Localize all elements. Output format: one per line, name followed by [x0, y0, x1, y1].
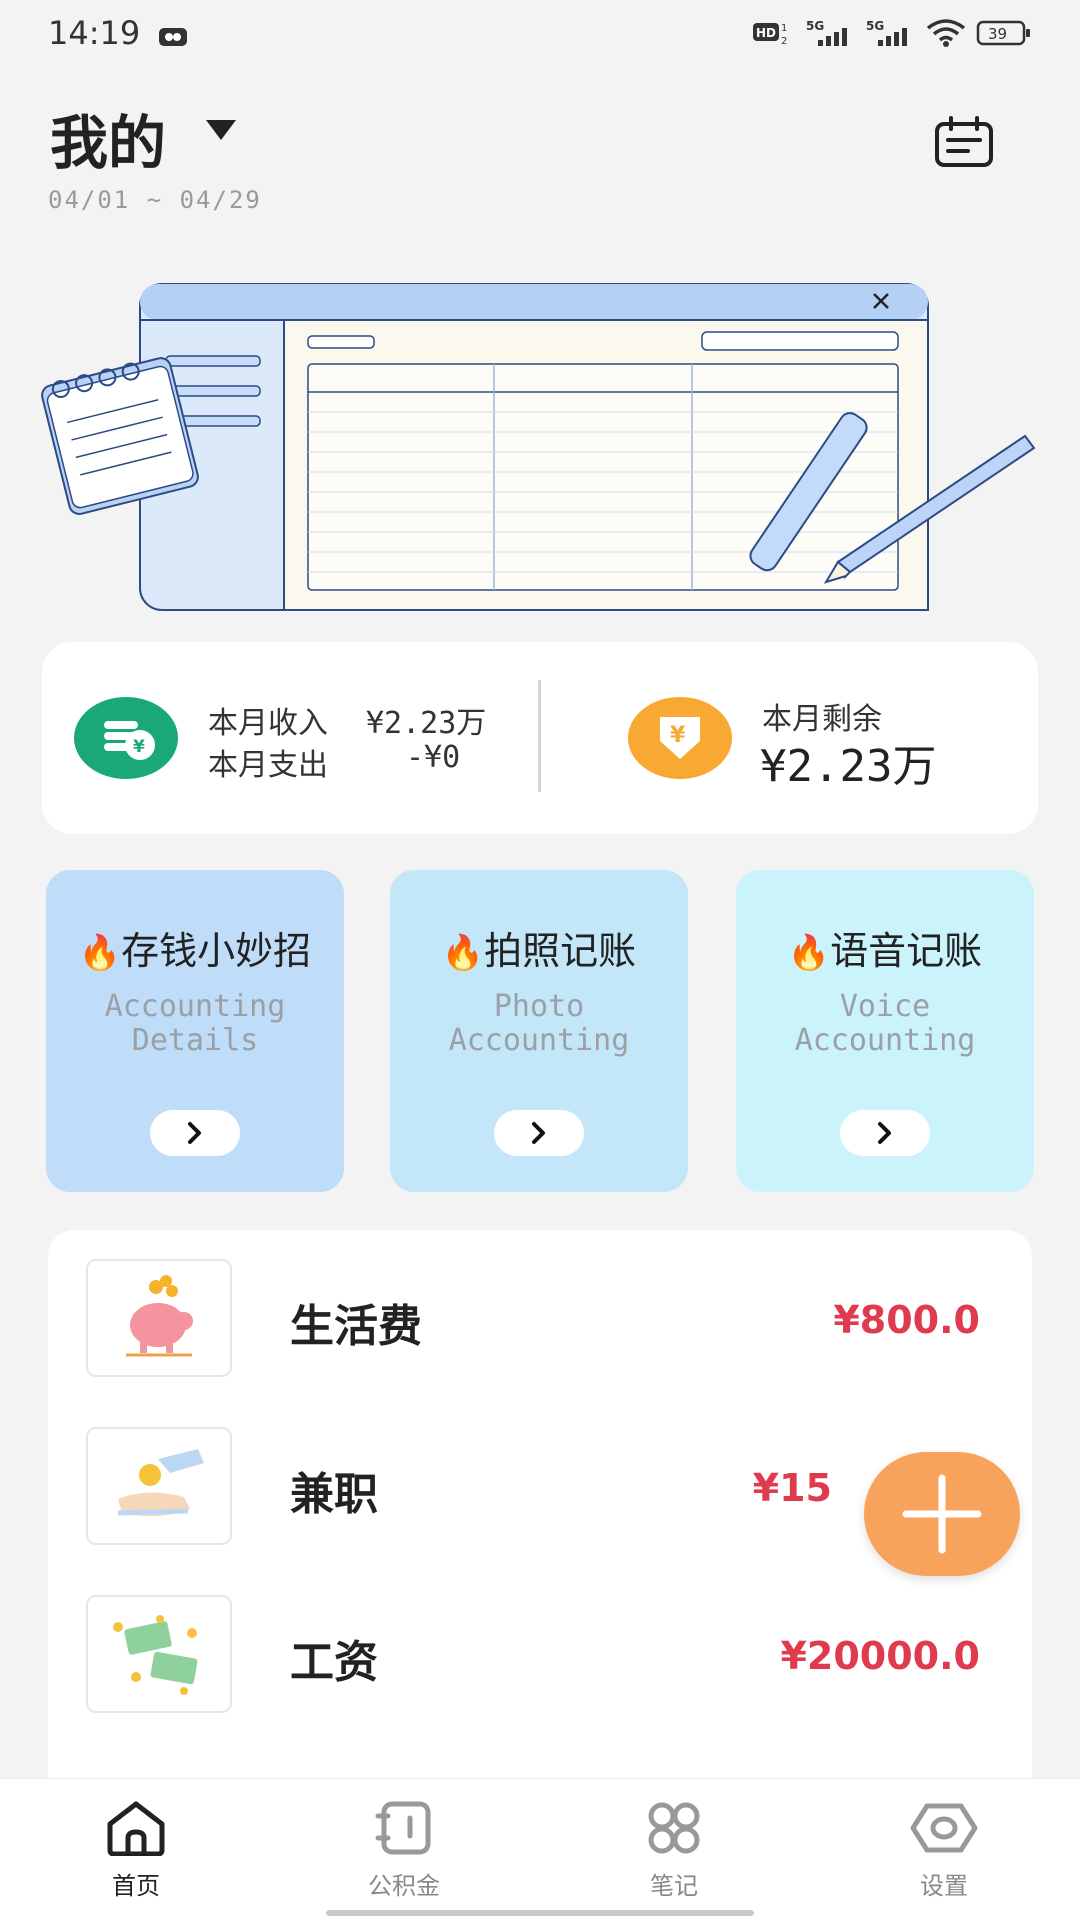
- tab-notes[interactable]: 笔记: [594, 1800, 754, 1901]
- add-record-button[interactable]: [864, 1452, 1020, 1576]
- date-range: 04/01 ~ 04/29: [48, 186, 262, 214]
- calendar-icon[interactable]: [934, 116, 994, 168]
- balance-icon: ¥: [628, 697, 732, 779]
- tab-label: 设置: [920, 1872, 968, 1900]
- status-bar: 14:19 HD 1 2 5G 5G 39: [0, 0, 1080, 70]
- plus-icon: [902, 1474, 982, 1554]
- notebook-icon: [375, 1801, 431, 1855]
- feature-card-saving-tips[interactable]: 🔥存钱小妙招 Accounting Details: [46, 870, 344, 1192]
- home-indicator: [326, 1910, 754, 1916]
- go-button[interactable]: [494, 1110, 584, 1156]
- page-title[interactable]: 我的: [50, 96, 166, 180]
- title-dropdown-icon[interactable]: [206, 120, 236, 140]
- svg-text:2: 2: [781, 36, 787, 47]
- signal-5g-icon: 5G: [866, 19, 907, 46]
- tab-provident-fund[interactable]: 公积金: [324, 1800, 484, 1901]
- fire-icon: 🔥: [787, 933, 831, 973]
- income-value: ¥2.23万: [366, 706, 487, 741]
- wifi-icon: [926, 19, 966, 47]
- svg-text:1: 1: [781, 23, 787, 34]
- chevron-right-icon: [532, 1122, 545, 1144]
- ledger-illustration: [41, 283, 1036, 611]
- go-button[interactable]: [150, 1110, 240, 1156]
- chevron-right-icon: [188, 1122, 201, 1144]
- tab-label: 公积金: [368, 1872, 440, 1900]
- hd-icon: HD 1 2: [753, 23, 787, 47]
- piggy-bank-icon: [126, 1275, 193, 1357]
- feature-title: 🔥拍照记账: [441, 929, 637, 973]
- tab-label: 首页: [112, 1872, 160, 1900]
- svg-text:¥: ¥: [133, 737, 145, 757]
- record-amount: ¥20000.0: [780, 1634, 980, 1678]
- tab-home[interactable]: 首页: [56, 1800, 216, 1901]
- feature-card-photo-accounting[interactable]: 🔥拍照记账 Photo Accounting: [390, 870, 688, 1192]
- status-time: 14:19: [48, 14, 141, 52]
- feature-card-voice-accounting[interactable]: 🔥语音记账 Voice Accounting: [736, 870, 1034, 1192]
- svg-text:39: 39: [988, 25, 1007, 43]
- expense-label: 本月支出: [208, 748, 328, 783]
- settings-icon: [910, 1803, 978, 1853]
- remain-value: ¥2.23万: [760, 741, 937, 792]
- cash-icon: [113, 1615, 198, 1695]
- list-item-thumb: [86, 1595, 232, 1713]
- battery-icon: 39: [976, 20, 1030, 46]
- feature-subtitle: Accounting Details: [104, 989, 286, 1058]
- signal-5g-icon: 5G: [806, 19, 847, 46]
- expense-value: -¥0: [406, 740, 461, 775]
- svg-text:5G: 5G: [866, 19, 884, 33]
- fire-icon: 🔥: [78, 933, 122, 973]
- summary-divider: [538, 680, 541, 792]
- feature-title: 🔥语音记账: [787, 929, 983, 973]
- coin-hand-icon: [117, 1449, 204, 1517]
- record-name: 工资: [290, 1637, 378, 1688]
- tab-label: 笔记: [650, 1872, 698, 1900]
- record-name: 生活费: [290, 1301, 422, 1352]
- go-button[interactable]: [840, 1110, 930, 1156]
- home-icon: [107, 1801, 165, 1856]
- coins-icon: ¥: [74, 697, 178, 779]
- fire-icon: 🔥: [441, 933, 485, 973]
- eye-icon: [159, 28, 187, 46]
- svg-text:5G: 5G: [806, 19, 824, 33]
- feature-subtitle: Photo Accounting: [448, 989, 630, 1058]
- chevron-right-icon: [878, 1122, 891, 1144]
- tab-settings[interactable]: 设置: [864, 1800, 1024, 1901]
- record-name: 兼职: [290, 1469, 378, 1520]
- svg-text:¥: ¥: [670, 723, 686, 748]
- list-item-thumb: [86, 1427, 232, 1545]
- grid-icon: [648, 1802, 700, 1854]
- svg-text:HD: HD: [756, 26, 776, 40]
- income-label: 本月收入: [208, 706, 328, 741]
- record-amount: ¥800.0: [833, 1298, 980, 1342]
- feature-subtitle: Voice Accounting: [794, 989, 976, 1058]
- list-item-thumb: [86, 1259, 232, 1377]
- feature-title: 🔥存钱小妙招: [78, 929, 312, 973]
- record-amount: ¥15: [752, 1466, 832, 1510]
